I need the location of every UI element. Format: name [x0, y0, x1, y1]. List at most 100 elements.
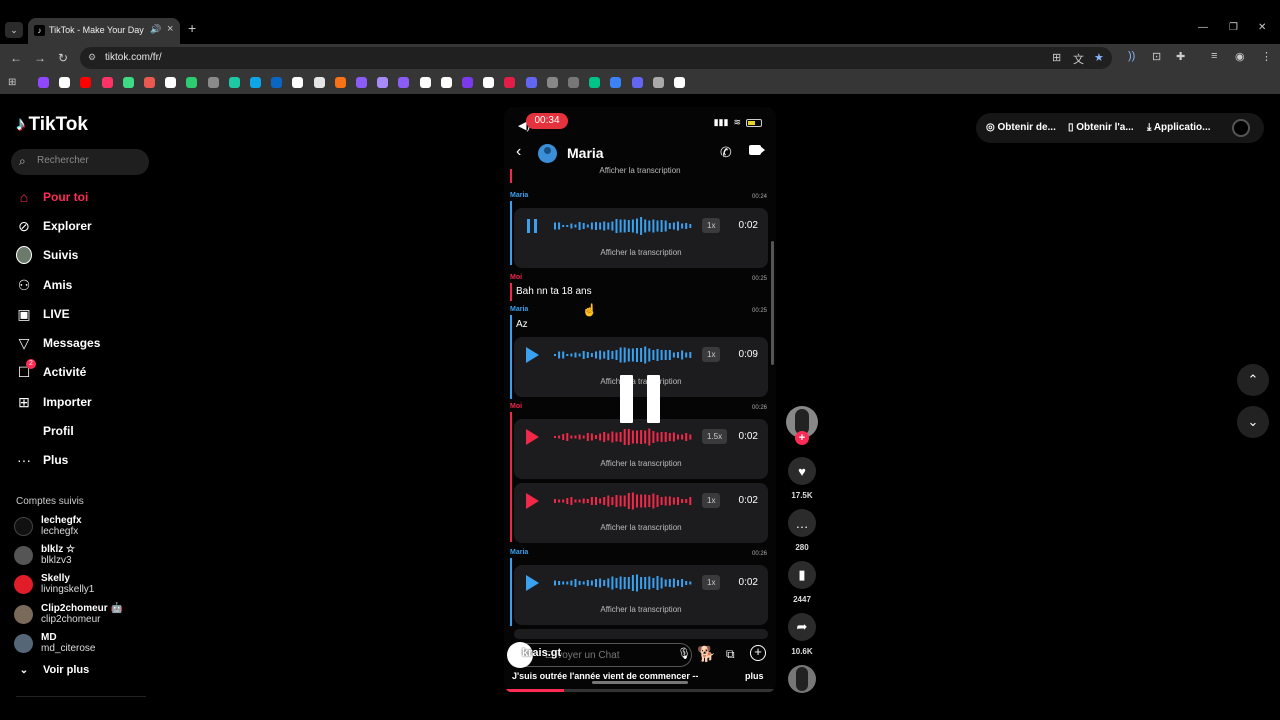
bookmark-favicon-icon[interactable]: [38, 77, 49, 88]
bookmark-star-icon[interactable]: ★: [1094, 51, 1104, 64]
bookmark-favicon-icon[interactable]: [440, 77, 452, 88]
bookmark-favicon-icon[interactable]: [122, 77, 134, 88]
followed-account[interactable]: blklz ☆ blklzv3: [14, 542, 75, 568]
nav-upload[interactable]: ⊞ Importer: [16, 390, 92, 414]
wifi-icon: ≋: [733, 117, 741, 127]
restore-icon[interactable]: ❐: [1229, 22, 1238, 33]
bookmark-favicon-icon[interactable]: [80, 77, 92, 88]
bookmark-favicon-icon[interactable]: [250, 77, 261, 88]
bookmark-favicon-icon[interactable]: [228, 77, 240, 88]
bookmark-favicon-icon[interactable]: [313, 77, 325, 88]
nav-activity[interactable]: ☐ 2 Activité: [16, 359, 86, 384]
nav-live[interactable]: ▣ LIVE: [16, 302, 69, 326]
next-video-button[interactable]: ⌄: [1237, 406, 1269, 438]
bookmark-favicon-icon[interactable]: [589, 77, 601, 88]
url-field[interactable]: ⚙ tiktok.com/fr/ ⊞ 文 ★: [80, 47, 1112, 69]
bookmark-favicon-icon[interactable]: [356, 77, 367, 88]
previous-video-button[interactable]: ⌃: [1237, 364, 1269, 396]
back-icon[interactable]: ←: [10, 51, 22, 65]
save-button[interactable]: ▮ 2447: [788, 561, 816, 604]
download-app-button[interactable]: ⤓ Applicatio...: [1147, 122, 1211, 133]
bookmark-favicon-icon[interactable]: [419, 77, 431, 88]
video-progress-bar[interactable]: [504, 689, 776, 692]
waveform-bar: [554, 222, 556, 230]
search-icon[interactable]: ⌕: [19, 154, 26, 169]
nav-messages[interactable]: ▽ Messages: [16, 331, 101, 355]
bookmark-favicon-icon[interactable]: [631, 77, 643, 88]
browser-tab[interactable]: ♪ TikTok - Make Your Day 🔊 ×: [28, 18, 180, 44]
bookmark-favicon-icon[interactable]: [610, 77, 622, 88]
minimize-icon[interactable]: —: [1198, 22, 1208, 33]
browser-menu-icon[interactable]: ⋮: [1261, 50, 1272, 63]
media-controls-icon[interactable]: ≡: [1211, 50, 1217, 62]
apps-grid-icon[interactable]: ⊞: [8, 77, 19, 88]
waveform-bar: [664, 220, 667, 232]
bookmark-favicon-icon[interactable]: [165, 77, 177, 88]
bookmark-favicon-icon[interactable]: [101, 77, 113, 88]
bookmark-favicon-icon[interactable]: [59, 77, 71, 88]
waveform-bar: [586, 433, 589, 441]
bookmark-favicon-icon[interactable]: [483, 77, 495, 88]
nav-more[interactable]: ··· Plus: [16, 448, 68, 472]
translate-icon[interactable]: 文: [1073, 51, 1084, 67]
bookmark-favicon-icon[interactable]: [652, 77, 664, 88]
caption-more-link[interactable]: plus: [745, 671, 764, 681]
followed-account[interactable]: Skelly livingskelly1: [14, 571, 94, 597]
bookmark-favicon-icon[interactable]: [292, 77, 304, 88]
music-disc[interactable]: [788, 665, 816, 693]
close-window-icon[interactable]: ✕: [1258, 22, 1266, 33]
waveform-bar: [631, 430, 634, 444]
bookmark-favicon-icon[interactable]: [525, 77, 537, 88]
search-input[interactable]: [37, 155, 137, 166]
nav-explore[interactable]: ⊘ Explorer: [16, 214, 92, 238]
bookmark-favicon-icon[interactable]: [271, 77, 283, 88]
tiktok-logo[interactable]: ♪ TikTok: [16, 114, 88, 136]
close-tab-icon[interactable]: ×: [167, 23, 173, 35]
see-more-button[interactable]: ⌄ Voir plus: [16, 664, 89, 676]
extensions-puzzle-icon[interactable]: ✚: [1176, 50, 1185, 63]
search-bar[interactable]: ⌕: [11, 149, 149, 175]
bookmark-favicon-icon[interactable]: [568, 77, 579, 88]
pause-icon[interactable]: [620, 375, 660, 423]
bookmark-favicon-icon[interactable]: [207, 77, 219, 88]
forward-icon[interactable]: →: [34, 51, 46, 65]
profile-icon: [16, 423, 32, 439]
get-app-button[interactable]: ▯ Obtenir l'a...: [1068, 122, 1134, 133]
followed-account[interactable]: MD md_citerose: [14, 630, 95, 656]
new-tab-button[interactable]: +: [188, 20, 196, 36]
get-coins-button[interactable]: ◎ Obtenir de...: [986, 122, 1056, 133]
nav-profile[interactable]: Profil: [16, 419, 74, 443]
extension-audio-icon[interactable]: )): [1128, 50, 1135, 62]
bookmark-favicon-icon[interactable]: [546, 77, 558, 88]
follow-plus-icon[interactable]: +: [795, 431, 809, 445]
bookmark-favicon-icon[interactable]: [398, 77, 410, 88]
comment-button[interactable]: … 280: [788, 509, 816, 552]
nav-following[interactable]: Suivis: [16, 243, 78, 267]
install-app-icon[interactable]: ⊞: [1052, 51, 1061, 64]
bookmark-favicon-icon[interactable]: [462, 77, 473, 88]
bookmark-favicon-icon[interactable]: [144, 77, 155, 88]
bookmark-favicon-icon[interactable]: [334, 77, 346, 88]
extension-grid-icon[interactable]: ⊡: [1152, 50, 1161, 63]
audio-playing-icon[interactable]: 🔊: [150, 24, 161, 35]
site-info-icon[interactable]: ⚙: [88, 52, 96, 63]
reload-icon[interactable]: ↻: [58, 51, 68, 65]
waveform-bar: [664, 496, 667, 506]
video-player[interactable]: ◀) 00:34 ▮▮▮ ≋ ‹ Maria ✆ Afficher la tra…: [504, 107, 776, 693]
bookmark-favicon-icon[interactable]: [504, 77, 516, 88]
nav-friends[interactable]: ⚇ Amis: [16, 273, 73, 297]
waveform-bar: [685, 223, 688, 229]
maria-line: [510, 201, 512, 265]
profile-icon[interactable]: ◉: [1235, 50, 1245, 63]
like-button[interactable]: ♥ 17.5K: [788, 457, 816, 500]
share-button[interactable]: ➦ 10.6K: [788, 613, 816, 656]
nav-for-you[interactable]: ⌂ Pour toi: [16, 185, 89, 209]
video-author[interactable]: krais.gt: [522, 647, 561, 659]
bookmark-favicon-icon[interactable]: [377, 77, 389, 88]
followed-account[interactable]: lechegfx lechegfx: [14, 513, 82, 539]
followed-account[interactable]: Clip2chomeur 🤖 clip2chomeur: [14, 601, 123, 627]
bookmark-favicon-icon[interactable]: [674, 77, 685, 88]
tab-list-button[interactable]: ⌄: [5, 22, 23, 38]
bookmark-favicon-icon[interactable]: [186, 77, 198, 88]
user-avatar[interactable]: [1232, 119, 1250, 137]
